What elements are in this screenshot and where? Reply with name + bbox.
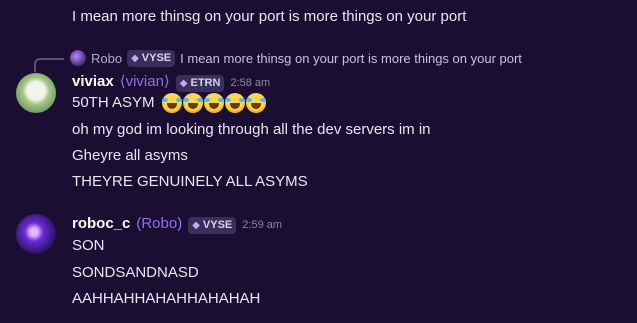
message-text: 50TH ASYM [72, 94, 155, 111]
message-line: I mean more thinsg on your port is more … [72, 8, 467, 25]
guild-tag-label: VYSE [141, 51, 172, 64]
display-name[interactable]: (Robo) [136, 215, 182, 232]
guild-tag[interactable]: ◆ ETRN [175, 75, 225, 92]
message-header: viviax ⟨vivian⟩ ◆ ETRN 2:58 am [72, 72, 270, 92]
message-line: Gheyre all asyms [72, 147, 188, 164]
gem-icon: ◆ [179, 78, 188, 89]
gem-icon: ◆ [131, 52, 139, 64]
avatar-icon[interactable] [70, 50, 86, 66]
guild-tag-label: ETRN [190, 77, 221, 89]
message-line: SON [72, 237, 105, 254]
username[interactable]: viviax [72, 73, 114, 90]
guild-tag-label: VYSE [202, 219, 233, 231]
joy-emoji-icon[interactable] [203, 93, 224, 114]
avatar[interactable] [16, 73, 56, 113]
timestamp[interactable]: 2:58 am [230, 77, 270, 89]
reply-connector [34, 58, 64, 72]
message-line: AAHHAHHAHAHHAHAHAH [72, 290, 261, 307]
timestamp[interactable]: 2:59 am [242, 219, 282, 231]
joy-emoji-icon[interactable] [245, 93, 266, 114]
joy-emoji-icon[interactable] [161, 93, 182, 114]
message-line: SONDSANDNASD [72, 264, 199, 281]
display-name[interactable]: ⟨vivian⟩ [120, 72, 170, 90]
message-line: oh my god im looking through all the dev… [72, 121, 431, 138]
emoji-group [161, 93, 266, 114]
gem-icon: ◆ [192, 220, 200, 231]
reply-preview[interactable]: Robo ◆ VYSE I mean more thinsg on your p… [70, 49, 522, 67]
guild-tag[interactable]: ◆ VYSE [127, 49, 176, 67]
reply-text[interactable]: I mean more thinsg on your port is more … [180, 51, 522, 66]
username[interactable]: roboc_c [72, 215, 130, 232]
message-line: THEYRE GENUINELY ALL ASYMS [72, 173, 308, 190]
joy-emoji-icon[interactable] [224, 93, 245, 114]
joy-emoji-icon[interactable] [182, 93, 203, 114]
guild-tag[interactable]: ◆ VYSE [188, 217, 237, 234]
avatar[interactable] [16, 214, 56, 254]
message-header: roboc_c (Robo) ◆ VYSE 2:59 am [72, 215, 282, 234]
message-line: 50TH ASYM [72, 93, 266, 114]
reply-author[interactable]: Robo [91, 51, 122, 66]
